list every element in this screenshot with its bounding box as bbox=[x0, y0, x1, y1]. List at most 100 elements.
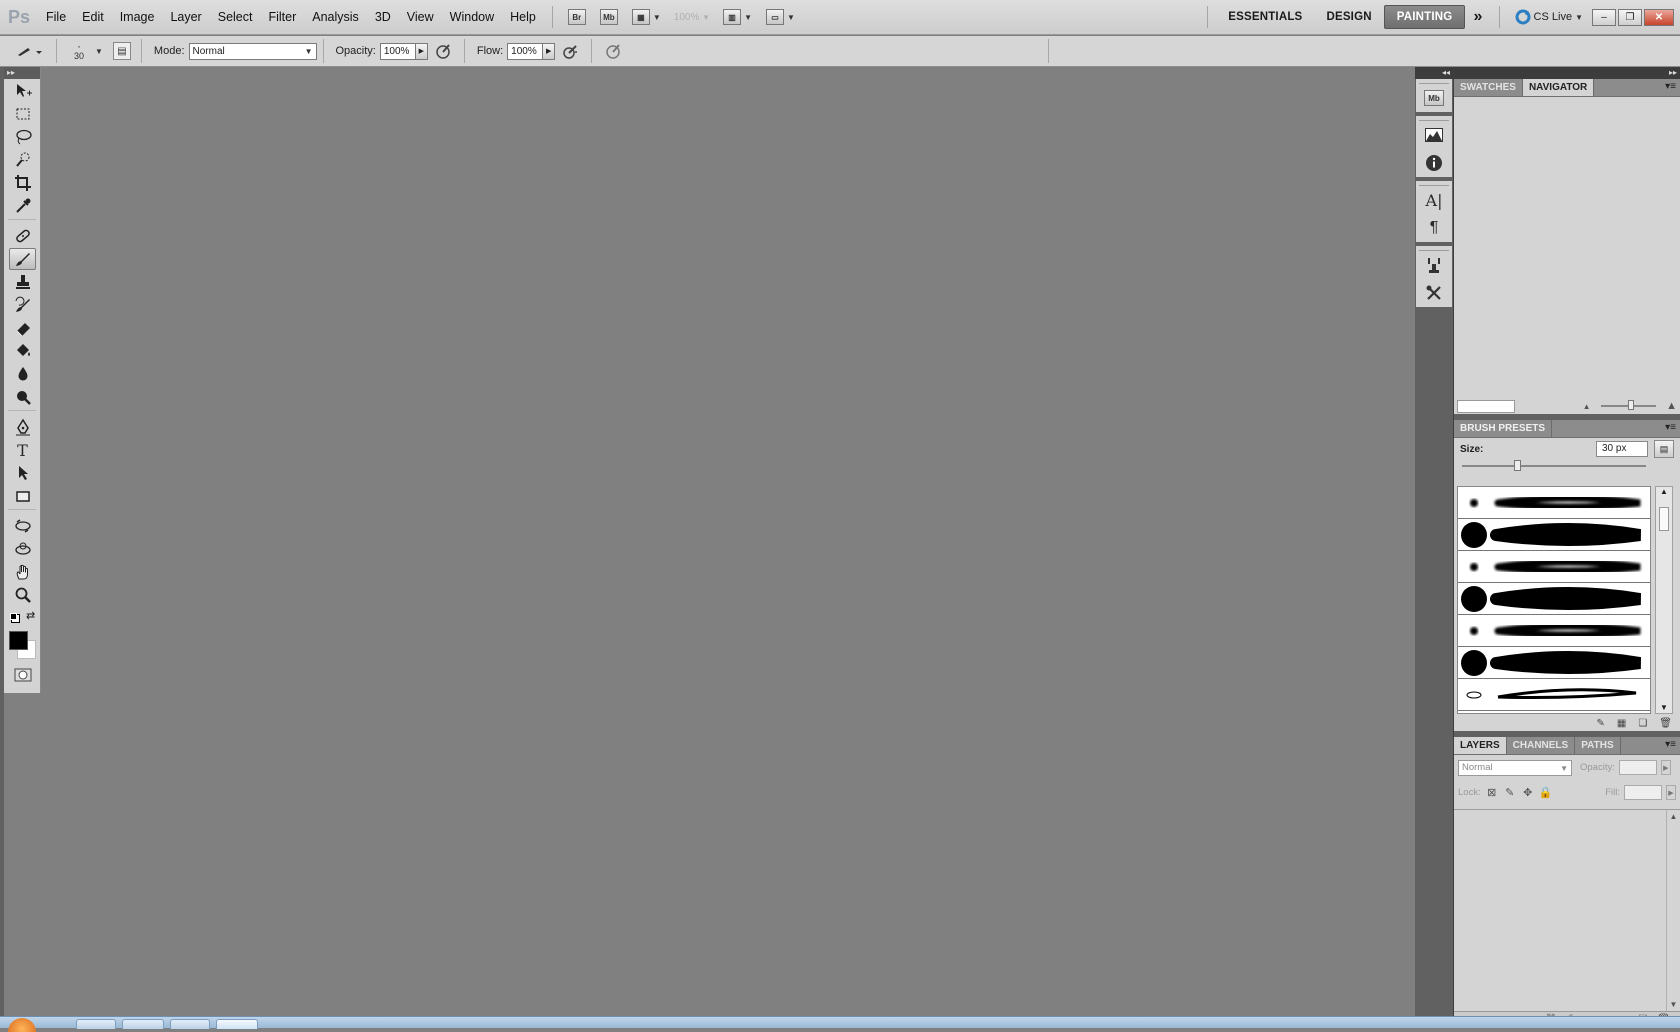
3d-orbit-tool[interactable] bbox=[9, 538, 36, 560]
menu-select[interactable]: Select bbox=[210, 0, 261, 35]
rectangle-tool[interactable] bbox=[9, 485, 36, 507]
scroll-up-icon[interactable]: ▲ bbox=[1656, 487, 1672, 497]
tab-brush-presets[interactable]: BRUSH PRESETS bbox=[1454, 420, 1553, 437]
lasso-tool[interactable] bbox=[9, 126, 36, 148]
crop-tool[interactable] bbox=[9, 172, 36, 194]
marquee-tool[interactable] bbox=[9, 103, 36, 125]
tab-navigator[interactable]: NAVIGATOR bbox=[1522, 79, 1595, 96]
menu-analysis[interactable]: Analysis bbox=[304, 0, 367, 35]
quick-selection-tool[interactable] bbox=[9, 149, 36, 171]
lock-image-icon[interactable]: ✎ bbox=[1503, 786, 1517, 799]
blend-mode-select[interactable]: Normal ▼ bbox=[1458, 759, 1572, 776]
mode-select[interactable]: Normal ▼ bbox=[188, 42, 317, 60]
delete-brush-icon[interactable]: 🗑 bbox=[1659, 718, 1672, 729]
brush-preset-scrollbar[interactable]: ▲ ▼ bbox=[1655, 486, 1673, 714]
menu-edit[interactable]: Edit bbox=[74, 0, 112, 35]
fill-input[interactable] bbox=[1624, 785, 1662, 800]
brush-size-slider-thumb[interactable] bbox=[1513, 460, 1521, 471]
menu-3d[interactable]: 3D bbox=[367, 0, 399, 35]
tools-panel-collapse[interactable]: ▸▸ bbox=[4, 67, 40, 79]
new-brush-preset-icon[interactable]: ❏ bbox=[1638, 718, 1647, 729]
mini-bridge-panel-button[interactable]: Mb bbox=[1416, 84, 1452, 112]
navigator-zoom-slider[interactable] bbox=[1600, 400, 1657, 410]
brush-preset-scroll-thumb[interactable] bbox=[1659, 507, 1669, 531]
scroll-down-icon[interactable]: ▼ bbox=[1656, 703, 1672, 712]
brush-preset-hard-round[interactable] bbox=[1458, 519, 1650, 551]
toggle-brush-panel-button[interactable]: ▤ bbox=[112, 42, 131, 60]
zoom-out-icon[interactable]: ▲ bbox=[1583, 402, 1591, 411]
zoom-tool[interactable] bbox=[9, 584, 36, 606]
brush-size-slider[interactable] bbox=[1462, 460, 1646, 472]
menu-window[interactable]: Window bbox=[442, 0, 502, 35]
start-button[interactable] bbox=[8, 1018, 36, 1032]
tab-channels[interactable]: CHANNELS bbox=[1507, 737, 1576, 754]
default-colors-icon[interactable] bbox=[10, 613, 17, 620]
dock-collapse-button[interactable]: ◂◂ bbox=[1415, 67, 1453, 79]
brush-size-input[interactable]: 30 px bbox=[1596, 441, 1648, 457]
arrange-documents-button[interactable]: ▥ ▼ bbox=[719, 7, 756, 27]
zoom-in-icon[interactable]: ▲ bbox=[1666, 400, 1677, 412]
foreground-color-swatch[interactable] bbox=[9, 631, 28, 650]
lock-position-icon[interactable]: ✥ bbox=[1521, 786, 1535, 799]
brush-preset-soft-round[interactable] bbox=[1458, 487, 1650, 519]
menu-filter[interactable]: Filter bbox=[260, 0, 304, 35]
dodge-tool[interactable] bbox=[9, 386, 36, 408]
move-tool[interactable] bbox=[9, 80, 36, 102]
navigator-zoom-input[interactable] bbox=[1457, 399, 1515, 413]
brush-tool[interactable] bbox=[9, 248, 36, 270]
tool-preset-picker[interactable] bbox=[12, 40, 46, 62]
flow-slider-button[interactable]: ▶ bbox=[543, 42, 556, 60]
brush-preset-hard-round[interactable] bbox=[1458, 583, 1650, 615]
path-selection-tool[interactable] bbox=[9, 462, 36, 484]
scroll-up-icon[interactable]: ▲ bbox=[1670, 812, 1678, 821]
menu-help[interactable]: Help bbox=[502, 0, 544, 35]
more-workspaces-button[interactable]: » bbox=[1465, 6, 1490, 28]
flow-input[interactable]: 100% bbox=[507, 42, 544, 60]
minimize-button[interactable]: – bbox=[1592, 8, 1616, 26]
brush-panel-toggle-button[interactable]: ▤ bbox=[1654, 440, 1674, 458]
panel-menu-icon[interactable]: ▾≡ bbox=[1665, 739, 1676, 750]
lock-all-icon[interactable]: 🔒 bbox=[1539, 786, 1553, 799]
navigator-zoom-thumb[interactable] bbox=[1628, 400, 1635, 410]
layer-list-scrollbar[interactable]: ▲ ▼ bbox=[1666, 810, 1680, 1011]
hand-tool[interactable] bbox=[9, 561, 36, 583]
history-brush-tool[interactable] bbox=[9, 294, 36, 316]
scroll-down-icon[interactable]: ▼ bbox=[1670, 1000, 1678, 1009]
panel-column-collapse[interactable]: ▸▸ bbox=[1454, 67, 1680, 79]
opacity-input[interactable]: 100% bbox=[379, 42, 416, 60]
pen-tool[interactable] bbox=[9, 416, 36, 438]
view-extras-button[interactable]: ▦ ▼ bbox=[628, 7, 665, 27]
histogram-panel-button[interactable] bbox=[1416, 121, 1452, 149]
spot-healing-brush-tool[interactable] bbox=[9, 225, 36, 247]
panel-menu-icon[interactable]: ▾≡ bbox=[1665, 422, 1676, 433]
blur-tool[interactable] bbox=[9, 363, 36, 385]
mini-bridge-button[interactable]: Mb bbox=[596, 7, 622, 27]
tab-swatches[interactable]: SWATCHES bbox=[1454, 79, 1523, 96]
workspace-painting[interactable]: PAINTING bbox=[1383, 5, 1466, 29]
layer-opacity-input[interactable] bbox=[1618, 760, 1657, 775]
cs-live-button[interactable]: CS Live ▼ bbox=[1511, 7, 1587, 27]
clone-stamp-tool[interactable] bbox=[9, 271, 36, 293]
paragraph-panel-button[interactable]: ¶ bbox=[1416, 214, 1452, 242]
eyedropper-tool[interactable] bbox=[9, 195, 36, 217]
brush-preset-soft-round[interactable] bbox=[1458, 615, 1650, 647]
airbrush-button[interactable] bbox=[559, 40, 581, 62]
quick-mask-button[interactable] bbox=[9, 664, 36, 686]
brush-preset-charcoal[interactable] bbox=[1458, 711, 1650, 713]
tab-paths[interactable]: PATHS bbox=[1575, 737, 1621, 754]
brush-preset-chalk[interactable] bbox=[1458, 679, 1650, 711]
brush-preset-soft-round[interactable] bbox=[1458, 551, 1650, 583]
menu-view[interactable]: View bbox=[399, 0, 442, 35]
brush-preset-picker[interactable]: · 30 bbox=[67, 40, 91, 62]
layer-opacity-slider-button[interactable]: ▶ bbox=[1660, 760, 1671, 775]
menu-image[interactable]: Image bbox=[112, 0, 163, 35]
clone-source-panel-button[interactable] bbox=[1416, 251, 1452, 279]
bridge-button[interactable]: Br bbox=[564, 7, 590, 27]
tab-layers[interactable]: LAYERS bbox=[1454, 737, 1507, 754]
eraser-tool[interactable] bbox=[9, 317, 36, 339]
lock-transparent-icon[interactable]: ⊠ bbox=[1485, 786, 1499, 799]
menu-layer[interactable]: Layer bbox=[162, 0, 209, 35]
toggle-brush-preview-icon[interactable]: ✎ bbox=[1596, 718, 1604, 729]
pressure-size-button[interactable] bbox=[602, 40, 624, 62]
pressure-opacity-button[interactable] bbox=[432, 40, 454, 62]
